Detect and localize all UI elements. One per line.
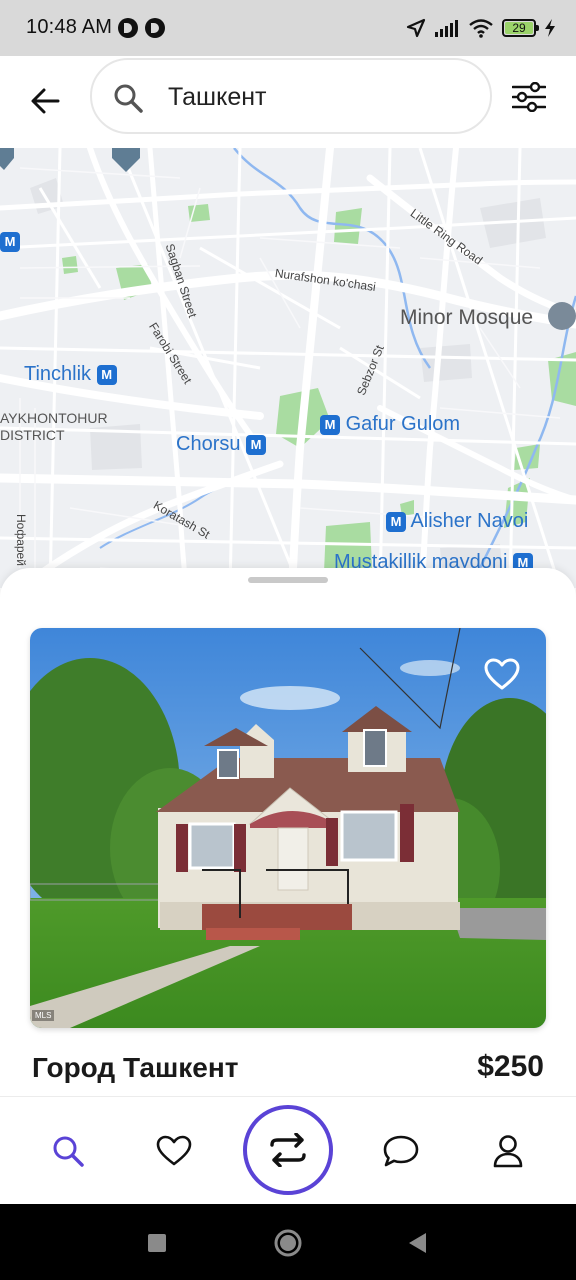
station-label-tinchlik[interactable]: Tinchlik M — [24, 363, 117, 386]
charging-bolt-icon — [545, 19, 555, 37]
user-icon — [493, 1135, 523, 1168]
station-label-gafur-gulom[interactable]: M Gafur Gulom — [320, 413, 460, 436]
nav-messages-button[interactable] — [377, 1127, 425, 1175]
nav-profile-button[interactable] — [484, 1127, 532, 1175]
nav-swap-button[interactable] — [243, 1105, 333, 1195]
mosque-pin-icon — [548, 302, 576, 330]
notification-dot-icon — [118, 18, 138, 38]
status-time: 10:48 AM — [26, 16, 113, 38]
metro-icon: M — [386, 512, 406, 532]
listing-title[interactable]: Город Ташкент — [32, 1052, 239, 1084]
location-arrow-icon — [406, 18, 426, 38]
back-triangle-icon[interactable] — [404, 1230, 430, 1256]
search-input[interactable] — [168, 80, 468, 114]
mls-badge: MLS — [32, 1010, 55, 1021]
status-icons: 29 — [406, 16, 556, 40]
recent-apps-icon[interactable] — [144, 1230, 170, 1256]
status-bar: 10:48 AM 29 — [0, 0, 576, 56]
battery-icon: 29 — [502, 19, 539, 37]
poi-label-minor-mosque[interactable]: Minor Mosque — [400, 306, 533, 330]
search-header — [0, 56, 576, 148]
arrow-left-icon — [31, 88, 60, 114]
home-icon[interactable] — [273, 1228, 303, 1258]
metro-icon: M — [320, 415, 340, 435]
wifi-icon — [469, 19, 493, 38]
search-icon — [53, 1136, 84, 1167]
sliders-icon — [512, 82, 546, 112]
app-screen: 10:48 AM 29 Ташкент M Tinchlik M Chorsu … — [0, 0, 576, 1280]
filter-button[interactable] — [506, 74, 552, 120]
nav-search-button[interactable] — [44, 1127, 92, 1175]
map-view[interactable]: M Tinchlik M Chorsu M M Gafur Gulom M Al… — [0, 148, 576, 588]
system-navigation-bar — [0, 1204, 576, 1280]
swap-arrows-icon — [270, 1133, 306, 1167]
search-field[interactable] — [90, 58, 492, 134]
metro-icon: M — [0, 232, 20, 252]
street-label: Нофарей — [14, 514, 28, 566]
signal-icon — [435, 20, 458, 37]
metro-icon: M — [96, 365, 117, 385]
chat-bubble-icon — [383, 1135, 419, 1167]
results-sheet[interactable]: MLS Город Ташкент $250 — [0, 568, 576, 1096]
heart-outline-icon — [484, 658, 520, 690]
district-label: AYKHONTOHUR DISTRICT — [0, 410, 108, 443]
sheet-drag-handle[interactable] — [248, 577, 328, 583]
nav-favorites-button[interactable] — [150, 1127, 198, 1175]
battery-level: 29 — [512, 21, 526, 35]
listing-photo[interactable] — [30, 628, 546, 1028]
bottom-navigation — [0, 1096, 576, 1204]
listing-card[interactable]: MLS — [30, 628, 546, 1028]
search-icon — [114, 84, 143, 113]
heart-icon — [156, 1135, 192, 1166]
notification-dot-icon — [145, 18, 165, 38]
favorite-button[interactable] — [482, 654, 522, 694]
back-button[interactable] — [20, 76, 70, 126]
listing-price: $250 — [477, 1050, 544, 1083]
station-label-chorsu[interactable]: Chorsu M — [176, 433, 267, 456]
metro-badge: M — [0, 230, 20, 253]
metro-icon: M — [246, 435, 267, 455]
station-label-alisher-navoi[interactable]: M Alisher Navoi — [386, 510, 528, 533]
